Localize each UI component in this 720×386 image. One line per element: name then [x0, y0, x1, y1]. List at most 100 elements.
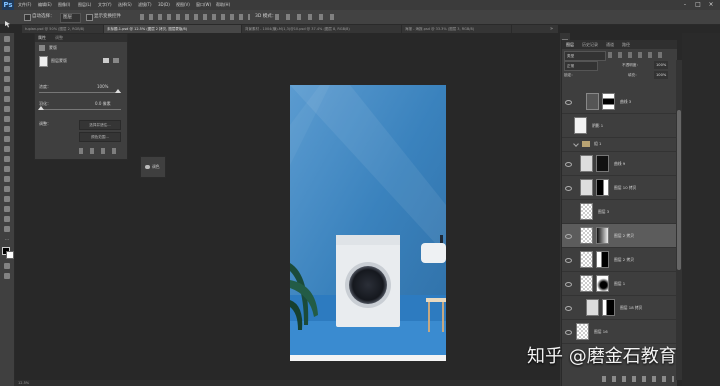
lock-label: 锁定：	[564, 73, 575, 77]
menu-select[interactable]: 选择(S)	[118, 0, 132, 10]
minimize-icon[interactable]: -	[680, 1, 690, 9]
menu-3d[interactable]: 3D(D)	[158, 0, 170, 10]
layer-row[interactable]: 曲线 9	[562, 152, 677, 176]
blur-tool-icon[interactable]	[4, 156, 10, 162]
quick-select-tool-icon[interactable]	[4, 66, 10, 72]
vector-mask-icon[interactable]	[113, 58, 119, 63]
auto-select-checkbox[interactable]	[24, 14, 31, 21]
menu-layer[interactable]: 图层(L)	[78, 0, 91, 10]
density-value[interactable]: 100%	[97, 84, 108, 90]
opacity-value[interactable]: 100%	[654, 61, 669, 69]
brush-tool-icon[interactable]	[4, 106, 10, 112]
visibility-eye-icon[interactable]	[565, 306, 572, 311]
zoom-level[interactable]: 12.5%	[18, 380, 29, 386]
tab-paths[interactable]: 路径	[622, 40, 630, 49]
auto-select-dropdown[interactable]: 图层	[60, 13, 81, 23]
move-tool-icon[interactable]	[4, 13, 12, 28]
layer-filter-icons[interactable]	[608, 52, 668, 58]
gradient-tool-icon[interactable]	[4, 146, 10, 152]
show-transform-checkbox[interactable]	[86, 14, 93, 21]
lasso-tool-icon[interactable]	[4, 56, 10, 62]
dodge-tool-icon[interactable]	[4, 166, 10, 172]
document-tab[interactable]: 海报 - 海报.psd @ 33.3% (图层 3, RGB/8)	[402, 25, 512, 33]
3d-icons[interactable]	[275, 14, 335, 20]
close-icon[interactable]: ×	[706, 1, 716, 9]
visibility-eye-icon[interactable]	[565, 162, 572, 167]
document-canvas[interactable]	[290, 85, 446, 361]
layer-row[interactable]: 图层 10 拷贝	[562, 176, 677, 200]
crop-tool-icon[interactable]	[4, 76, 10, 82]
color-range-button[interactable]: 颜色范围...	[79, 132, 121, 142]
document-tab[interactable]: 背景素材 - 1004(横)-M(1,3)@10.psd @ 37.4% (图层…	[242, 25, 402, 33]
visibility-eye-icon[interactable]	[565, 186, 572, 191]
floating-mini-panel[interactable]: 调色	[140, 156, 166, 178]
layer-row[interactable]: 图层 3	[562, 200, 677, 224]
layer-action-icons[interactable]	[602, 376, 674, 382]
layer-row[interactable]: 图层 1	[562, 272, 677, 296]
layer-thumbnail	[580, 275, 593, 292]
visibility-eye-icon[interactable]	[565, 100, 572, 105]
eraser-tool-icon[interactable]	[4, 136, 10, 142]
blend-mode-dropdown[interactable]: 正常	[564, 61, 598, 71]
move-tool-icon[interactable]	[4, 36, 10, 42]
fill-value[interactable]: 100%	[654, 71, 669, 79]
layer-thumbnail	[576, 323, 589, 340]
feather-slider[interactable]	[39, 109, 121, 110]
layer-row[interactable]: 图层 2 拷贝	[562, 248, 677, 272]
more-tools-icon[interactable]: …	[4, 236, 10, 242]
layer-row-selected[interactable]: 图层 2 拷贝	[562, 224, 677, 248]
visibility-eye-icon[interactable]	[565, 330, 572, 335]
layer-row[interactable]: 图层 18 拷贝	[562, 296, 677, 320]
zoom-tool-icon[interactable]	[4, 226, 10, 232]
rectangle-tool-icon[interactable]	[4, 206, 10, 212]
layer-name: 图层 1	[614, 281, 626, 286]
path-select-tool-icon[interactable]	[4, 196, 10, 202]
pen-tool-icon[interactable]	[4, 176, 10, 182]
menu-image[interactable]: 图像(I)	[58, 0, 70, 10]
menu-edit[interactable]: 编辑(E)	[38, 0, 52, 10]
menu-help[interactable]: 帮助(H)	[216, 0, 230, 10]
tab-layers[interactable]: 图层	[566, 40, 574, 49]
hand-tool-icon[interactable]	[4, 216, 10, 222]
menu-type[interactable]: 文字(Y)	[98, 0, 112, 10]
feather-value[interactable]: 0.0 像素	[95, 101, 111, 107]
maximize-icon[interactable]: □	[693, 1, 703, 9]
type-tool-icon[interactable]	[4, 186, 10, 192]
layer-row[interactable]: 曲线 3	[562, 90, 677, 114]
tab-properties[interactable]: 属性	[38, 34, 46, 42]
screen-mode-icon[interactable]	[4, 273, 10, 279]
menu-filter[interactable]: 滤镜(T)	[138, 0, 152, 10]
chevron-down-icon[interactable]	[573, 141, 579, 147]
menu-file[interactable]: 文件(F)	[18, 0, 31, 10]
menu-view[interactable]: 视图(V)	[176, 0, 190, 10]
select-and-mask-button[interactable]: 选择并遮住...	[79, 120, 121, 130]
density-slider-handle[interactable]	[115, 89, 121, 93]
quick-mask-icon[interactable]	[4, 263, 10, 269]
mask-action-icons[interactable]	[79, 148, 123, 154]
pixel-mask-icon[interactable]	[103, 58, 109, 63]
feather-slider-handle[interactable]	[38, 106, 44, 110]
density-slider[interactable]	[39, 92, 121, 93]
layer-row[interactable]: 图层 16	[562, 320, 677, 344]
tab-channels[interactable]: 通道	[606, 40, 614, 49]
history-brush-tool-icon[interactable]	[4, 126, 10, 132]
layer-filter-dropdown[interactable]: 类型	[564, 51, 606, 61]
tab-adjustments[interactable]: 调整	[55, 34, 63, 42]
document-tab[interactable]: tupian.psd @ 50% (图层 2, RGB/8)	[22, 25, 104, 33]
clone-stamp-tool-icon[interactable]	[4, 116, 10, 122]
layer-row[interactable]: 阴影 1	[562, 114, 677, 138]
document-tab-active[interactable]: 未标题-1.psd @ 12.5% (图层 2 拷贝, 图层蒙版/8)	[104, 25, 242, 33]
tab-overflow-icon[interactable]: »	[550, 25, 553, 33]
align-icons[interactable]	[140, 14, 250, 20]
menu-window[interactable]: 窗口(W)	[196, 0, 211, 10]
healing-brush-tool-icon[interactable]	[4, 96, 10, 102]
background-color-swatch[interactable]	[6, 251, 14, 259]
visibility-eye-icon[interactable]	[565, 234, 572, 239]
marquee-tool-icon[interactable]	[4, 46, 10, 52]
visibility-eye-icon[interactable]	[565, 282, 572, 287]
tab-history[interactable]: 历史记录	[582, 40, 598, 49]
visibility-eye-icon[interactable]	[565, 258, 572, 263]
scrollbar-thumb[interactable]	[677, 110, 681, 270]
eyedropper-tool-icon[interactable]	[4, 86, 10, 92]
layer-group-row[interactable]: 组 1	[562, 138, 677, 152]
